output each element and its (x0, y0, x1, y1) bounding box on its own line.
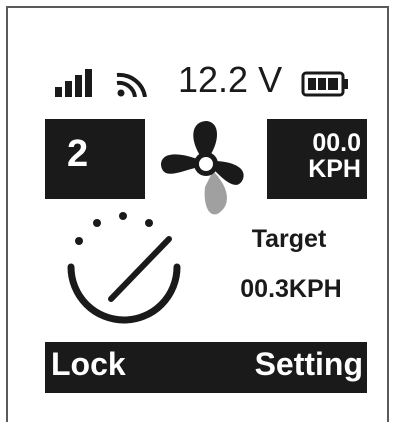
dial-icon (67, 212, 181, 324)
lcd-screen: 12.2 V 2 00.0 KPH Target 00.3KPH Lock Se… (45, 53, 367, 393)
wifi-icon (116, 72, 147, 97)
device-frame: 12.2 V 2 00.0 KPH Target 00.3KPH Lock Se… (6, 6, 389, 422)
battery-full-icon (301, 71, 348, 97)
speed-value: 00.0 (312, 129, 361, 157)
speed-unit: KPH (308, 155, 361, 183)
status-bar: 12.2 V (45, 53, 367, 113)
target-speed-value: 00.3KPH (240, 275, 342, 303)
signal-bars-icon (55, 69, 92, 97)
lock-button[interactable]: Lock (51, 346, 126, 383)
setting-button[interactable]: Setting (255, 346, 363, 383)
speed-panel: 00.0 KPH (267, 119, 367, 199)
target-label: Target (251, 225, 327, 253)
softkey-bar: Lock Setting (45, 342, 367, 393)
voltage-readout: 12.2 V (178, 59, 283, 100)
gear-level: 2 (67, 133, 89, 175)
gear-panel: 2 (45, 119, 145, 199)
